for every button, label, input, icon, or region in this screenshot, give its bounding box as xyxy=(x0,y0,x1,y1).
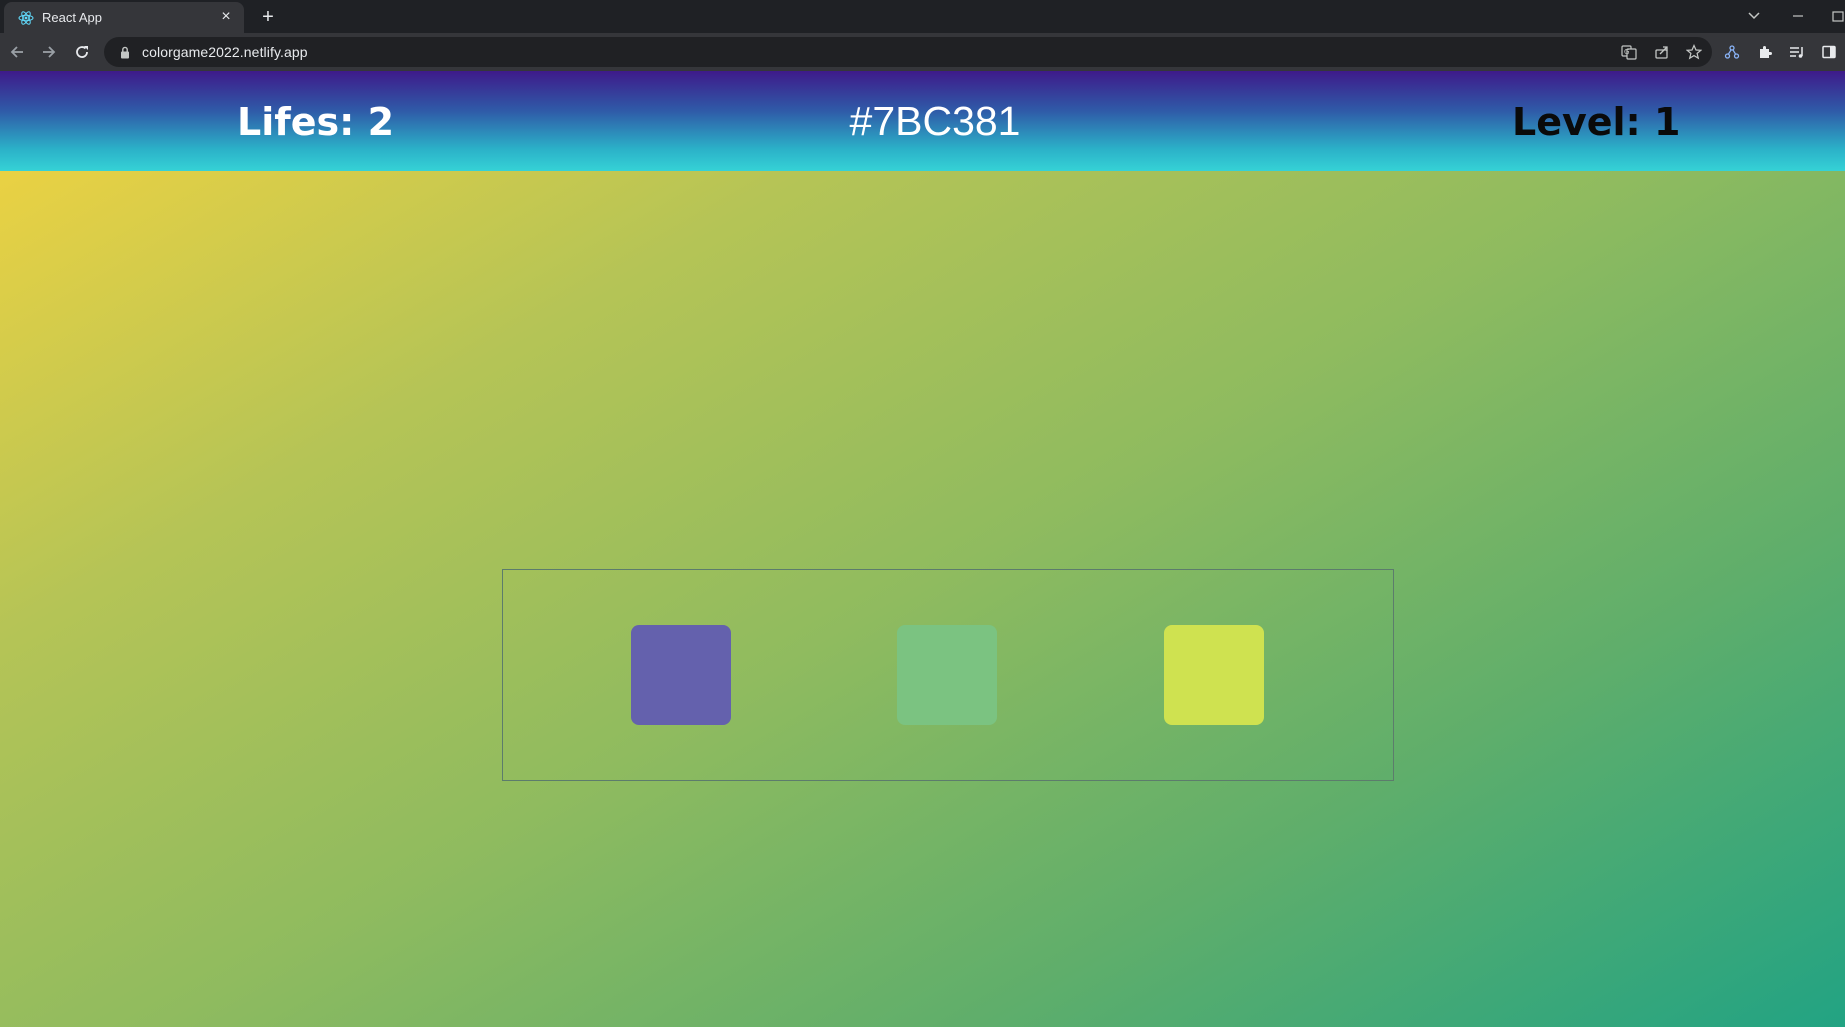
url-text: colorgame2022.netlify.app xyxy=(142,44,308,60)
browser-toolbar: colorgame2022.netlify.app G xyxy=(0,33,1845,71)
translate-icon[interactable]: G xyxy=(1619,42,1639,62)
extension-icon[interactable] xyxy=(1722,42,1742,62)
color-option-swatch[interactable] xyxy=(631,625,731,725)
reload-icon[interactable] xyxy=(70,40,94,64)
minimize-window-icon[interactable] xyxy=(1787,6,1809,26)
color-option-swatch[interactable] xyxy=(1164,625,1264,725)
side-panel-icon[interactable] xyxy=(1819,42,1839,62)
tab-search-chevron-icon[interactable] xyxy=(1743,6,1765,26)
new-tab-button[interactable]: + xyxy=(256,5,280,29)
game-page: Lifes: 2 #7BC381 Level: 1 xyxy=(0,71,1845,1027)
game-header: Lifes: 2 #7BC381 Level: 1 xyxy=(0,71,1845,171)
restore-window-icon[interactable] xyxy=(1831,6,1845,26)
browser-tab[interactable]: React App × xyxy=(4,2,244,33)
color-option-swatch[interactable] xyxy=(897,625,997,725)
share-icon[interactable] xyxy=(1652,42,1672,62)
svg-text:G: G xyxy=(1624,48,1629,56)
tab-close-icon[interactable]: × xyxy=(218,8,234,25)
browser-tabstrip: React App × + xyxy=(0,0,1845,33)
tab-title: React App xyxy=(42,10,102,25)
extensions-puzzle-icon[interactable] xyxy=(1755,42,1775,62)
back-arrow-icon[interactable] xyxy=(5,40,29,64)
level-indicator: Level: 1 xyxy=(1512,100,1681,144)
react-icon xyxy=(18,10,34,26)
forward-arrow-icon[interactable] xyxy=(37,40,61,64)
lock-icon xyxy=(118,45,132,59)
bookmark-star-icon[interactable] xyxy=(1684,42,1704,62)
reading-list-icon[interactable] xyxy=(1787,42,1807,62)
address-bar[interactable]: colorgame2022.netlify.app G xyxy=(104,37,1712,67)
color-options-board xyxy=(502,569,1394,781)
